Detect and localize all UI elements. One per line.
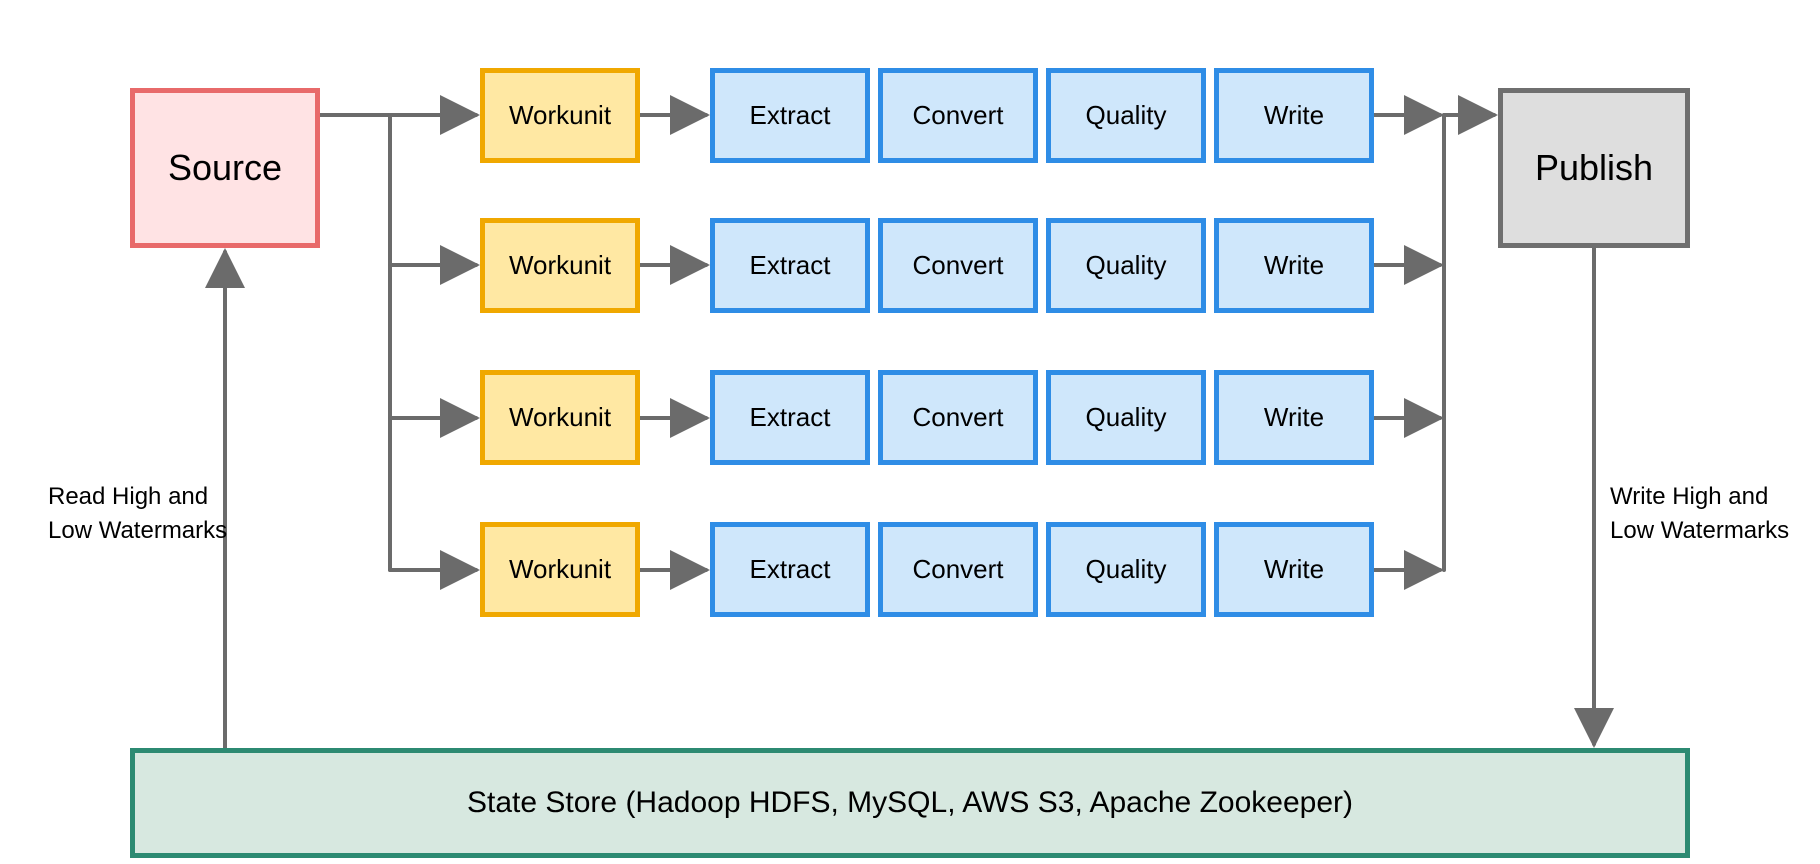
- stage-label: Extract: [750, 100, 831, 131]
- stage-convert: Convert: [878, 218, 1038, 313]
- stage-label: Write: [1264, 100, 1324, 131]
- stage-quality: Quality: [1046, 218, 1206, 313]
- stage-label: Convert: [912, 250, 1003, 281]
- workunit-box: Workunit: [480, 522, 640, 617]
- read-watermarks-label: Read High andLow Watermarks: [48, 480, 268, 547]
- stage-quality: Quality: [1046, 522, 1206, 617]
- stage-label: Quality: [1086, 402, 1167, 433]
- stage-write: Write: [1214, 218, 1374, 313]
- stage-label: Extract: [750, 250, 831, 281]
- stage-label: Quality: [1086, 250, 1167, 281]
- write-watermarks-label: Write High andLow Watermarks: [1610, 480, 1820, 547]
- stage-label: Write: [1264, 402, 1324, 433]
- stage-label: Extract: [750, 402, 831, 433]
- workunit-label: Workunit: [509, 402, 611, 433]
- stage-convert: Convert: [878, 68, 1038, 163]
- stage-quality: Quality: [1046, 370, 1206, 465]
- workunit-label: Workunit: [509, 100, 611, 131]
- source-label: Source: [168, 147, 282, 189]
- stage-label: Quality: [1086, 554, 1167, 585]
- state-store-box: State Store (Hadoop HDFS, MySQL, AWS S3,…: [130, 748, 1690, 858]
- publish-box: Publish: [1498, 88, 1690, 248]
- stage-label: Quality: [1086, 100, 1167, 131]
- stage-write: Write: [1214, 522, 1374, 617]
- stage-label: Extract: [750, 554, 831, 585]
- stage-quality: Quality: [1046, 68, 1206, 163]
- stage-extract: Extract: [710, 68, 870, 163]
- workunit-box: Workunit: [480, 68, 640, 163]
- stage-extract: Extract: [710, 218, 870, 313]
- state-store-label: State Store (Hadoop HDFS, MySQL, AWS S3,…: [467, 786, 1353, 820]
- stage-extract: Extract: [710, 370, 870, 465]
- workunit-label: Workunit: [509, 554, 611, 585]
- stage-label: Write: [1264, 250, 1324, 281]
- stage-extract: Extract: [710, 522, 870, 617]
- source-box: Source: [130, 88, 320, 248]
- publish-label: Publish: [1535, 147, 1653, 189]
- architecture-diagram: Source Publish Workunit Extract Convert …: [0, 0, 1820, 864]
- workunit-label: Workunit: [509, 250, 611, 281]
- stage-convert: Convert: [878, 370, 1038, 465]
- workunit-box: Workunit: [480, 218, 640, 313]
- workunit-box: Workunit: [480, 370, 640, 465]
- stage-label: Convert: [912, 100, 1003, 131]
- stage-label: Write: [1264, 554, 1324, 585]
- stage-write: Write: [1214, 370, 1374, 465]
- stage-convert: Convert: [878, 522, 1038, 617]
- stage-label: Convert: [912, 554, 1003, 585]
- stage-write: Write: [1214, 68, 1374, 163]
- stage-label: Convert: [912, 402, 1003, 433]
